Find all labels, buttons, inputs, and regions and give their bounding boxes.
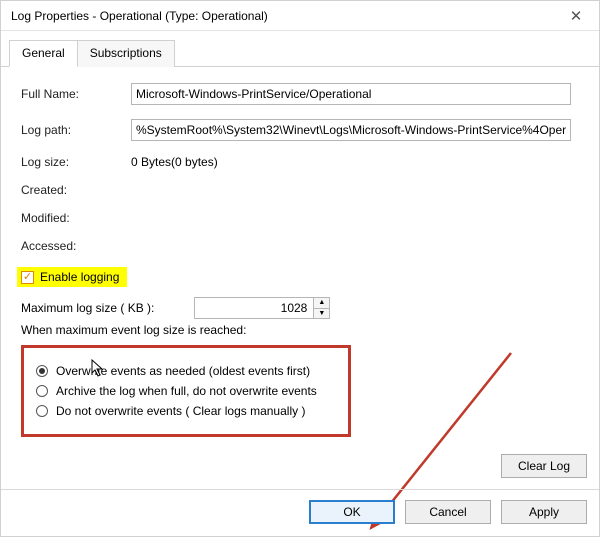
spin-up-icon[interactable]: ▲ [314,297,330,308]
max-size-label: Maximum log size ( KB ): [21,301,154,315]
full-name-field[interactable] [131,83,571,105]
modified-label: Modified: [21,211,131,225]
clear-log-button[interactable]: Clear Log [501,454,587,478]
reached-label: When maximum event log size is reached: [21,323,587,337]
created-label: Created: [21,183,131,197]
log-properties-dialog: Log Properties - Operational (Type: Oper… [0,0,600,537]
retention-radio-group: Overwrite events as needed (oldest event… [21,345,351,437]
titlebar: Log Properties - Operational (Type: Oper… [1,1,599,31]
radio-archive[interactable] [36,385,48,397]
log-size-value: 0 Bytes(0 bytes) [131,155,587,169]
apply-button[interactable]: Apply [501,500,587,524]
close-icon[interactable]: ✕ [561,7,591,25]
ok-button[interactable]: OK [309,500,395,524]
spin-down-icon[interactable]: ▼ [314,308,330,320]
accessed-label: Accessed: [21,239,131,253]
tab-subscriptions[interactable]: Subscriptions [77,40,175,67]
enable-logging-checkbox[interactable] [21,271,34,284]
log-path-field[interactable] [131,119,571,141]
tab-general[interactable]: General [9,40,78,67]
radio-overwrite-label: Overwrite events as needed (oldest event… [56,364,310,378]
enable-logging-label: Enable logging [40,270,119,284]
tab-strip: General Subscriptions [1,31,599,67]
max-size-input[interactable] [194,297,314,319]
radio-overwrite[interactable] [36,365,48,377]
radio-archive-label: Archive the log when full, do not overwr… [56,384,317,398]
log-path-label: Log path: [21,123,131,137]
log-size-label: Log size: [21,155,131,169]
radio-do-not-overwrite-label: Do not overwrite events ( Clear logs man… [56,404,305,418]
full-name-label: Full Name: [21,87,131,101]
window-title: Log Properties - Operational (Type: Oper… [11,9,268,23]
enable-logging-highlight: Enable logging [17,267,127,287]
cancel-button[interactable]: Cancel [405,500,491,524]
radio-do-not-overwrite[interactable] [36,405,48,417]
tab-body-general: Full Name: Log path: Log size: 0 Bytes(0… [1,67,599,451]
dialog-footer: OK Cancel Apply [1,489,599,536]
